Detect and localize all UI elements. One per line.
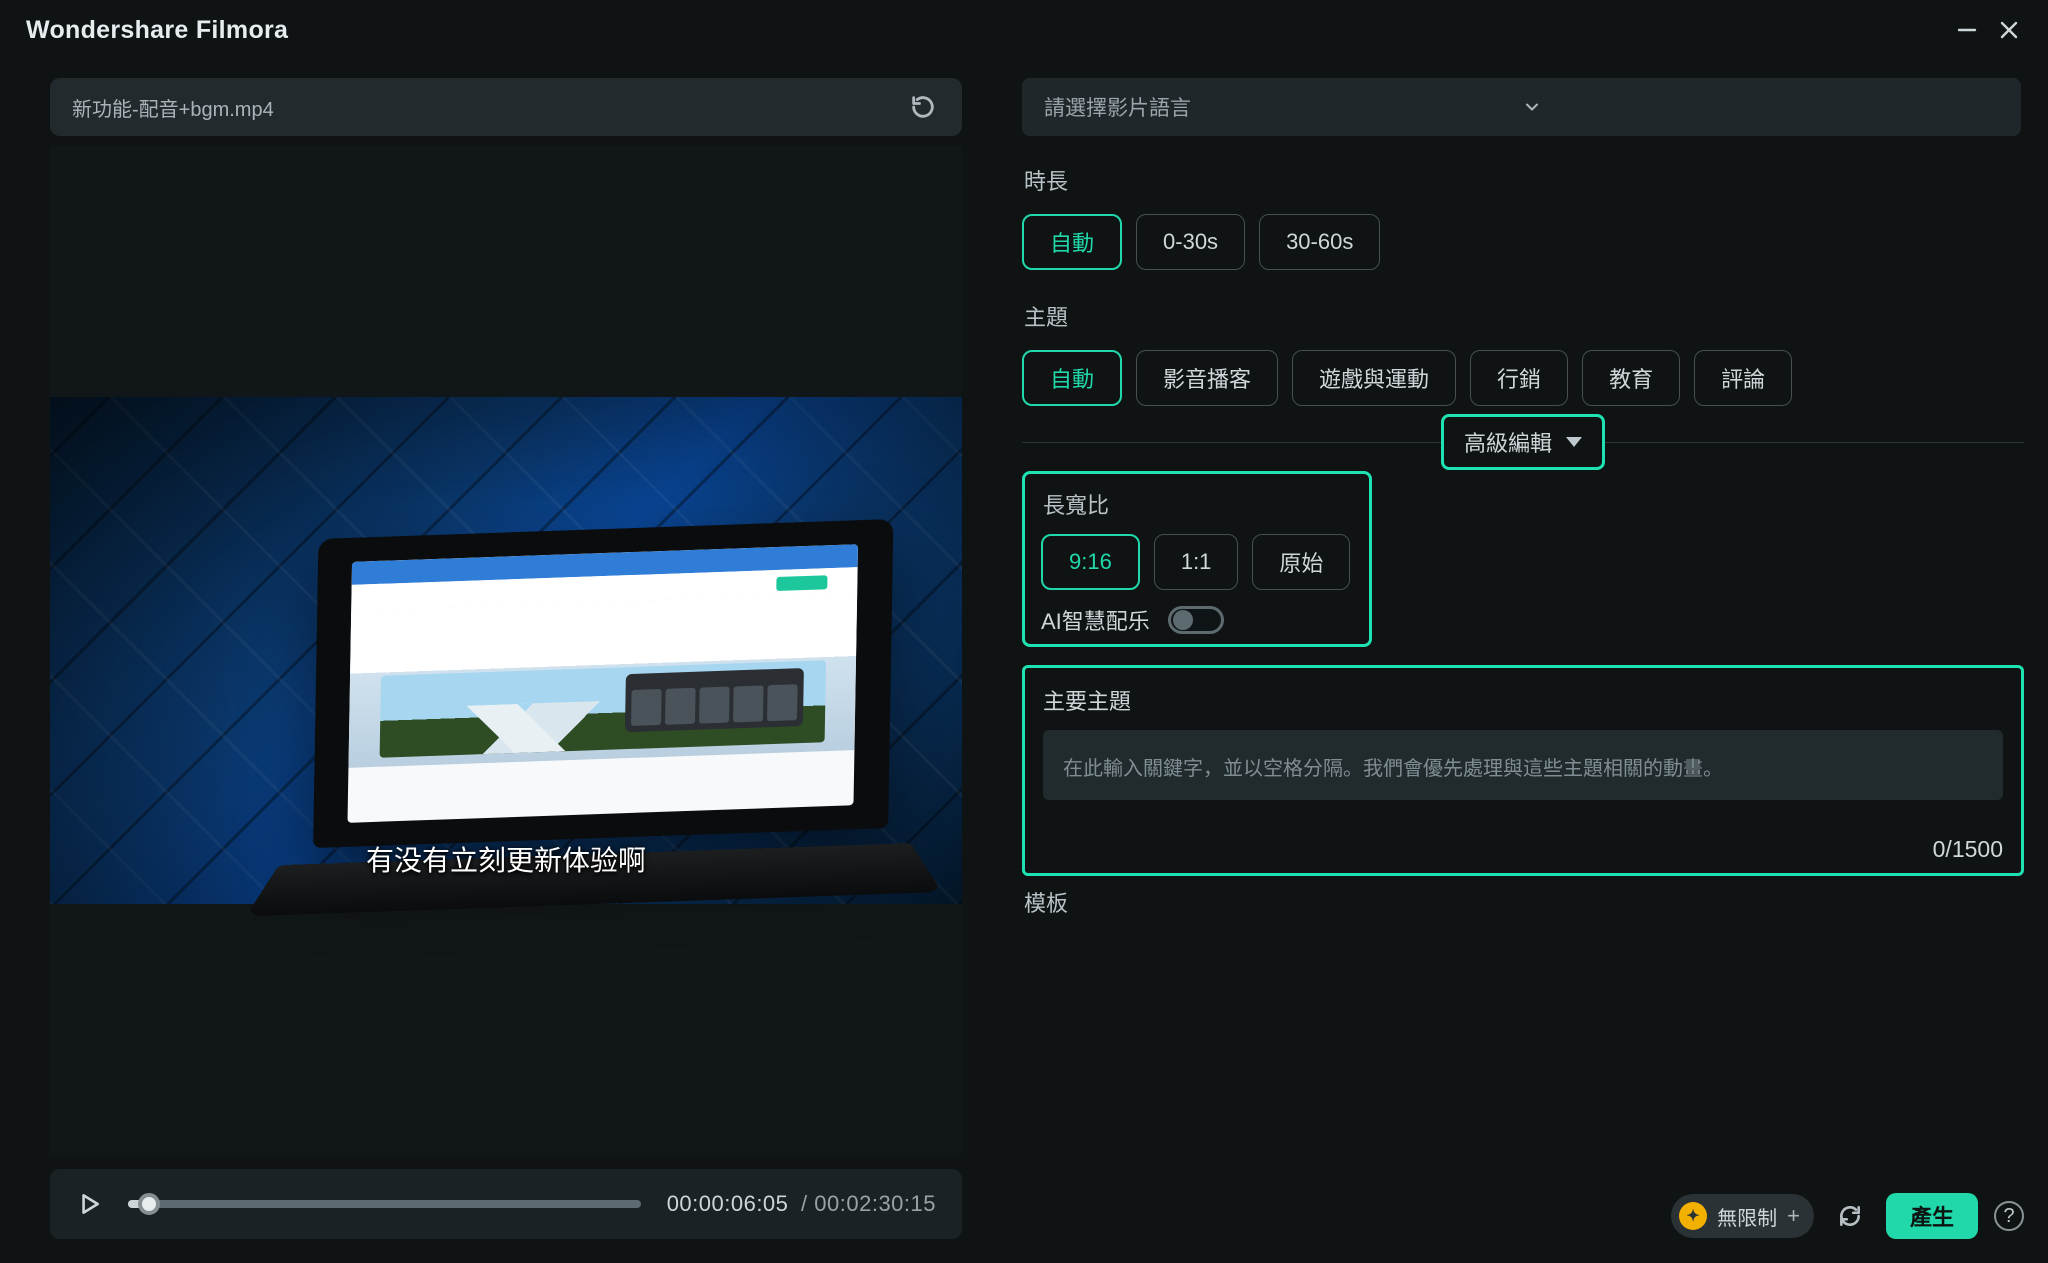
app-title: Wondershare Filmora (26, 16, 288, 45)
theme-review-chip[interactable]: 評論 (1694, 350, 1792, 406)
ai-music-toggle[interactable] (1168, 606, 1224, 634)
theme-marketing-chip[interactable]: 行銷 (1470, 350, 1568, 406)
seek-thumb[interactable] (138, 1193, 160, 1215)
video-preview: 有没有立刻更新体验啊 (50, 146, 962, 1155)
seek-slider[interactable] (128, 1200, 641, 1208)
duration-options: 自動 0-30s 30-60s (1022, 214, 2024, 270)
transport-bar: 00:00:06:05 / 00:02:30:15 (50, 1169, 962, 1239)
templates-label: 模板 (1024, 886, 2024, 918)
topic-label: 主要主題 (1043, 684, 2003, 716)
unlimited-pill[interactable]: ✦ 無限制 + (1671, 1194, 1814, 1238)
time-current: 00:00:06:05 (667, 1191, 789, 1216)
theme-vlog-chip[interactable]: 影音播客 (1136, 350, 1278, 406)
plus-icon: + (1787, 1203, 1800, 1229)
divider: 高級編輯 (1022, 442, 2024, 443)
duration-0-30-chip[interactable]: 0-30s (1136, 214, 1245, 270)
timecode: 00:00:06:05 / 00:02:30:15 (667, 1191, 936, 1217)
duration-30-60-chip[interactable]: 30-60s (1259, 214, 1380, 270)
advanced-edit-button[interactable]: 高級編輯 (1441, 414, 1605, 470)
language-select[interactable]: 請選擇影片語言 (1022, 78, 2021, 136)
ai-music-label: AI智慧配乐 (1041, 604, 1150, 636)
window-minimize-button[interactable] (1946, 9, 1988, 51)
aspect-highlight-box: 長寬比 9:16 1:1 原始 AI智慧配乐 (1022, 471, 1372, 647)
window-close-button[interactable] (1988, 9, 2030, 51)
theme-auto-chip[interactable]: 自動 (1022, 350, 1122, 406)
duration-auto-chip[interactable]: 自動 (1022, 214, 1122, 270)
topic-input[interactable] (1043, 730, 2003, 800)
video-subtitle: 有没有立刻更新体验啊 (50, 839, 962, 879)
unlimited-label: 無限制 (1717, 1202, 1777, 1231)
topic-char-count: 0/1500 (1043, 836, 2003, 863)
topic-highlight-box: 主要主題 0/1500 (1022, 665, 2024, 876)
aspect-label: 長寬比 (1043, 488, 1353, 520)
help-button[interactable]: ? (1994, 1201, 2024, 1231)
chevron-down-icon (1522, 97, 2000, 117)
generate-button[interactable]: 產生 (1886, 1193, 1978, 1239)
aspect-9-16-chip[interactable]: 9:16 (1041, 534, 1140, 590)
reload-button[interactable] (906, 90, 940, 124)
time-duration: / 00:02:30:15 (801, 1191, 936, 1216)
advanced-edit-label: 高級編輯 (1464, 426, 1552, 458)
titlebar: Wondershare Filmora (0, 0, 2048, 60)
duration-label: 時長 (1024, 164, 2024, 196)
filename-bar: 新功能-配音+bgm.mp4 (50, 78, 962, 136)
star-icon: ✦ (1679, 1202, 1707, 1230)
aspect-original-chip[interactable]: 原始 (1252, 534, 1350, 590)
filename-text: 新功能-配音+bgm.mp4 (72, 93, 906, 122)
aspect-1-1-chip[interactable]: 1:1 (1154, 534, 1239, 590)
refresh-button[interactable] (1830, 1196, 1870, 1236)
theme-edu-chip[interactable]: 教育 (1582, 350, 1680, 406)
triangle-down-icon (1566, 437, 1582, 447)
theme-options: 自動 影音播客 遊戲與運動 行銷 教育 評論 (1022, 350, 2024, 406)
theme-game-chip[interactable]: 遊戲與運動 (1292, 350, 1456, 406)
play-button[interactable] (76, 1191, 102, 1217)
right-footer: ✦ 無限制 + 產生 ? (1022, 1177, 2024, 1239)
aspect-options: 9:16 1:1 原始 (1041, 534, 1353, 590)
theme-label: 主題 (1024, 300, 2024, 332)
language-placeholder: 請選擇影片語言 (1044, 92, 1522, 122)
